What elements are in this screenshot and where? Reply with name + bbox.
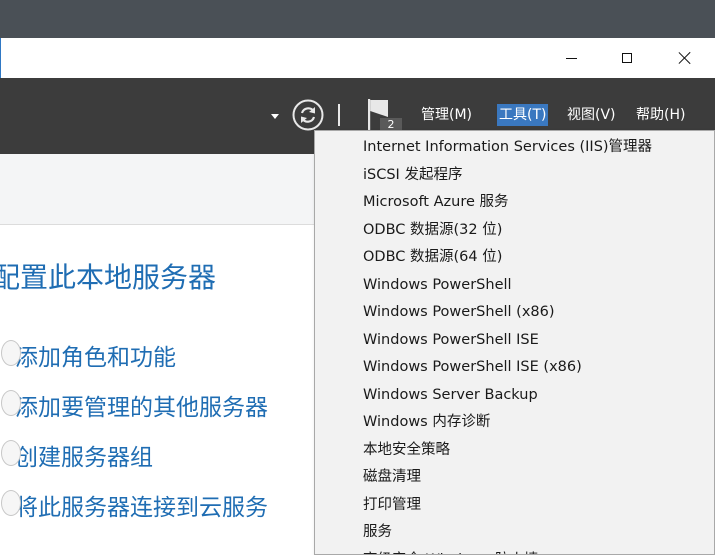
menu-help[interactable]: 帮助(H) <box>634 104 687 126</box>
tools-item-memory-diagnostic[interactable]: Windows 内存诊断 <box>363 409 490 436</box>
section-title: 配置此本地服务器 <box>0 261 217 294</box>
task-bullet-icon <box>1 390 21 416</box>
task-label: 添加要管理的其他服务器 <box>15 395 268 421</box>
task-bullet-icon <box>1 340 21 366</box>
refresh-icon[interactable] <box>292 99 324 131</box>
screen: 2 管理(M) 工具(T) 视图(V) 帮助(H) 配置此本地服务器 添加角色和… <box>0 0 715 555</box>
tools-dropdown-menu: Internet Information Services (IIS)管理器 i… <box>314 130 715 555</box>
task-connect-cloud[interactable]: 将此服务器连接到云服务 <box>1 488 268 522</box>
task-bullet-icon <box>1 440 21 466</box>
maximize-button[interactable] <box>598 38 656 78</box>
desktop-strip <box>0 0 715 38</box>
tools-item-print-management[interactable]: 打印管理 <box>363 492 421 519</box>
maximize-icon <box>622 53 632 63</box>
tools-item-local-security-policy[interactable]: 本地安全策略 <box>363 437 450 464</box>
close-icon <box>679 52 691 64</box>
task-bullet-icon <box>1 490 21 516</box>
tools-item-powershell-ise-x86[interactable]: Windows PowerShell ISE (x86) <box>363 354 582 381</box>
tools-item-disk-cleanup[interactable]: 磁盘清理 <box>363 464 421 491</box>
task-create-server-group[interactable]: 创建服务器组 <box>1 438 153 472</box>
toolbar-separator <box>338 104 340 126</box>
task-add-other-servers[interactable]: 添加要管理的其他服务器 <box>1 388 268 422</box>
navigation-dropdown-icon[interactable] <box>271 114 279 119</box>
tools-item-powershell-ise[interactable]: Windows PowerShell ISE <box>363 327 539 354</box>
close-button[interactable] <box>656 38 714 78</box>
task-label: 添加角色和功能 <box>15 345 176 371</box>
tools-item-odbc-32[interactable]: ODBC 数据源(32 位) <box>363 217 502 244</box>
minimize-button[interactable] <box>542 38 600 78</box>
menu-view[interactable]: 视图(V) <box>565 104 618 126</box>
tools-item-powershell[interactable]: Windows PowerShell <box>363 272 512 299</box>
tools-item-services[interactable]: 服务 <box>363 519 392 546</box>
tools-item-odbc-64[interactable]: ODBC 数据源(64 位) <box>363 244 502 271</box>
minimize-icon <box>565 57 577 59</box>
menu-manage[interactable]: 管理(M) <box>419 104 474 126</box>
task-label: 创建服务器组 <box>15 445 153 471</box>
task-add-roles-features[interactable]: 添加角色和功能 <box>1 338 176 372</box>
menu-tools[interactable]: 工具(T) <box>497 104 549 126</box>
tools-item-powershell-x86[interactable]: Windows PowerShell (x86) <box>363 299 555 326</box>
tools-item-iscsi-initiator[interactable]: iSCSI 发起程序 <box>363 162 462 189</box>
tools-item-azure-services[interactable]: Microsoft Azure 服务 <box>363 189 509 216</box>
tools-item-server-backup[interactable]: Windows Server Backup <box>363 382 538 409</box>
tools-item-iis-manager[interactable]: Internet Information Services (IIS)管理器 <box>363 134 652 161</box>
window-titlebar <box>0 38 715 78</box>
tools-item-advanced-firewall[interactable]: 高级安全 Windows 防火墙 <box>363 547 538 555</box>
task-label: 将此服务器连接到云服务 <box>15 495 268 521</box>
